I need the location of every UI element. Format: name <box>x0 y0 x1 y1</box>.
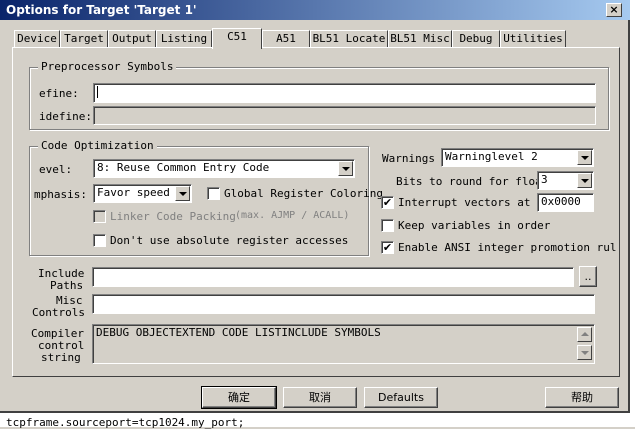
text-cursor <box>97 86 98 98</box>
tab-utilities[interactable]: Utilities <box>500 30 566 48</box>
bits-round-value: 3 <box>541 173 548 186</box>
scroll-up-icon[interactable] <box>577 327 592 342</box>
warnings-select[interactable]: Warninglevel 2 <box>441 148 594 167</box>
defaults-button[interactable]: Defaults <box>364 387 438 408</box>
global-register-checkbox[interactable] <box>207 187 220 200</box>
define-label: efine: <box>39 87 79 100</box>
preprocessor-title: Preprocessor Symbols <box>38 60 177 73</box>
tab-debug[interactable]: Debug <box>452 30 500 48</box>
bits-round-label: Bits to round for float <box>396 175 549 188</box>
options-dialog: Options for Target 'Target 1' × Device T… <box>0 0 630 413</box>
define-input[interactable] <box>93 83 596 103</box>
emphasis-value: Favor speed <box>97 186 170 199</box>
include-browse-button[interactable]: .. <box>579 266 597 287</box>
preprocessor-group: Preprocessor Symbols efine: idefine: <box>29 60 609 130</box>
c51-panel: Preprocessor Symbols efine: idefine: Cod… <box>12 47 620 377</box>
undefine-label: idefine: <box>39 110 92 123</box>
level-select[interactable]: 8: Reuse Common Entry Code <box>93 159 355 178</box>
compiler-control-text: DEBUG OBJECTEXTEND CODE LISTINCLUDE SYMB… <box>92 324 595 364</box>
background-code-line: tcpframe.sourceport=tcp1024.my_port; <box>6 416 245 429</box>
interrupt-vectors-label: Interrupt vectors at a <box>398 196 544 209</box>
close-button[interactable]: × <box>606 3 622 17</box>
cancel-button[interactable]: 取消 <box>283 387 357 408</box>
title-bar: Options for Target 'Target 1' × <box>0 0 630 20</box>
compiler-control-value: DEBUG OBJECTEXTEND CODE LISTINCLUDE SYMB… <box>96 326 381 339</box>
undefine-input[interactable] <box>93 106 596 125</box>
tab-output[interactable]: Output <box>108 30 156 48</box>
level-label: evel: <box>39 163 73 176</box>
chevron-down-icon[interactable] <box>175 186 190 201</box>
keep-variables-label: Keep variables in order <box>398 219 551 232</box>
code-optimization-title: Code Optimization <box>38 139 157 152</box>
window-title: Options for Target 'Target 1' <box>6 3 197 17</box>
ansi-promotion-label: Enable ANSI integer promotion rul <box>398 241 617 254</box>
include-paths-input[interactable] <box>92 267 574 287</box>
global-register-label: Global Register Coloring <box>224 187 383 200</box>
emphasis-select[interactable]: Favor speed <box>93 184 192 203</box>
ok-button[interactable]: 确定 <box>201 386 277 409</box>
tab-device[interactable]: Device <box>14 30 60 48</box>
emphasis-label: mphasis: <box>34 188 87 201</box>
interrupt-vectors-input[interactable]: 0x0000 <box>537 193 594 212</box>
ansi-promotion-checkbox[interactable]: ✔ <box>381 241 394 254</box>
linker-packing-hint: (max. AJMP / ACALL) <box>235 210 350 221</box>
tab-listing[interactable]: Listing <box>156 30 212 48</box>
linker-packing-checkbox[interactable] <box>93 210 106 223</box>
warnings-label: Warnings <box>382 152 435 165</box>
interrupt-vectors-checkbox[interactable]: ✔ <box>381 196 394 209</box>
compiler-label-line3: string <box>41 351 81 364</box>
misc-label-line2: Controls <box>32 306 85 319</box>
tab-a51[interactable]: A51 <box>262 30 310 48</box>
include-label-line2: Paths <box>50 279 84 292</box>
tab-bl51-locate[interactable]: BL51 Locate <box>310 30 388 48</box>
warnings-value: Warninglevel 2 <box>445 150 538 163</box>
keep-variables-checkbox[interactable] <box>381 219 394 232</box>
misc-controls-input[interactable] <box>92 294 595 314</box>
absolute-register-checkbox[interactable] <box>93 234 106 247</box>
help-button[interactable]: 帮助 <box>545 387 619 408</box>
code-optimization-group: Code Optimization evel: 8: Reuse Common … <box>29 139 383 256</box>
level-value: 8: Reuse Common Entry Code <box>97 161 270 174</box>
absolute-register-label: Don't use absolute register accesses <box>110 234 349 247</box>
tab-target[interactable]: Target <box>60 30 108 48</box>
chevron-down-icon[interactable] <box>577 150 592 165</box>
scroll-down-icon[interactable] <box>577 345 592 360</box>
tab-c51[interactable]: C51 <box>212 28 262 49</box>
linker-packing-label: Linker Code Packing <box>110 210 236 223</box>
chevron-down-icon[interactable] <box>577 173 592 188</box>
tab-bl51-misc[interactable]: BL51 Misc <box>388 30 452 48</box>
chevron-down-icon[interactable] <box>338 161 353 176</box>
bits-round-select[interactable]: 3 <box>537 171 594 190</box>
